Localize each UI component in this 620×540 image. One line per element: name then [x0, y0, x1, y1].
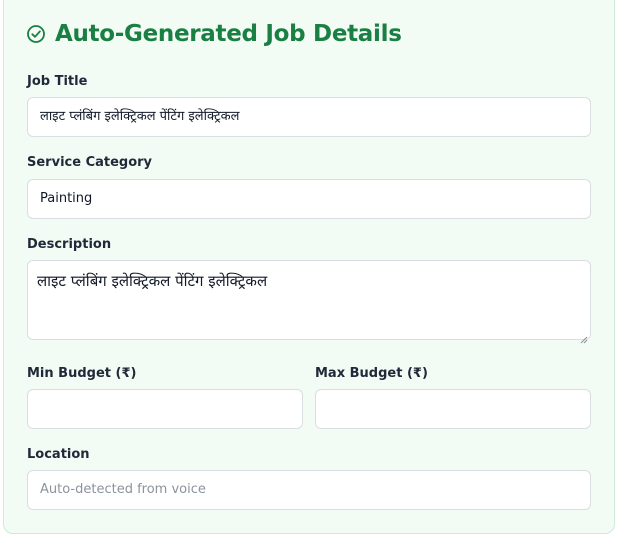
job-title-input[interactable] — [27, 97, 591, 137]
section-header: Auto-Generated Job Details — [26, 20, 402, 48]
description-label: Description — [27, 237, 112, 252]
min-budget-label: Min Budget (₹) — [27, 366, 137, 381]
job-title-label: Job Title — [27, 74, 88, 89]
service-category-input[interactable] — [27, 179, 591, 219]
min-budget-input[interactable] — [27, 389, 303, 429]
resize-handle-icon[interactable] — [580, 329, 588, 344]
service-category-label: Service Category — [27, 155, 153, 170]
check-circle-icon — [26, 24, 46, 44]
max-budget-label: Max Budget (₹) — [315, 366, 428, 381]
section-title: Auto-Generated Job Details — [55, 21, 402, 47]
location-input[interactable] — [27, 470, 591, 510]
max-budget-input[interactable] — [315, 389, 591, 429]
description-textarea[interactable]: लाइट प्लंबिंग इलेक्ट्रिकल पेंटिंग इलेक्ट… — [27, 260, 591, 340]
location-label: Location — [27, 447, 90, 462]
